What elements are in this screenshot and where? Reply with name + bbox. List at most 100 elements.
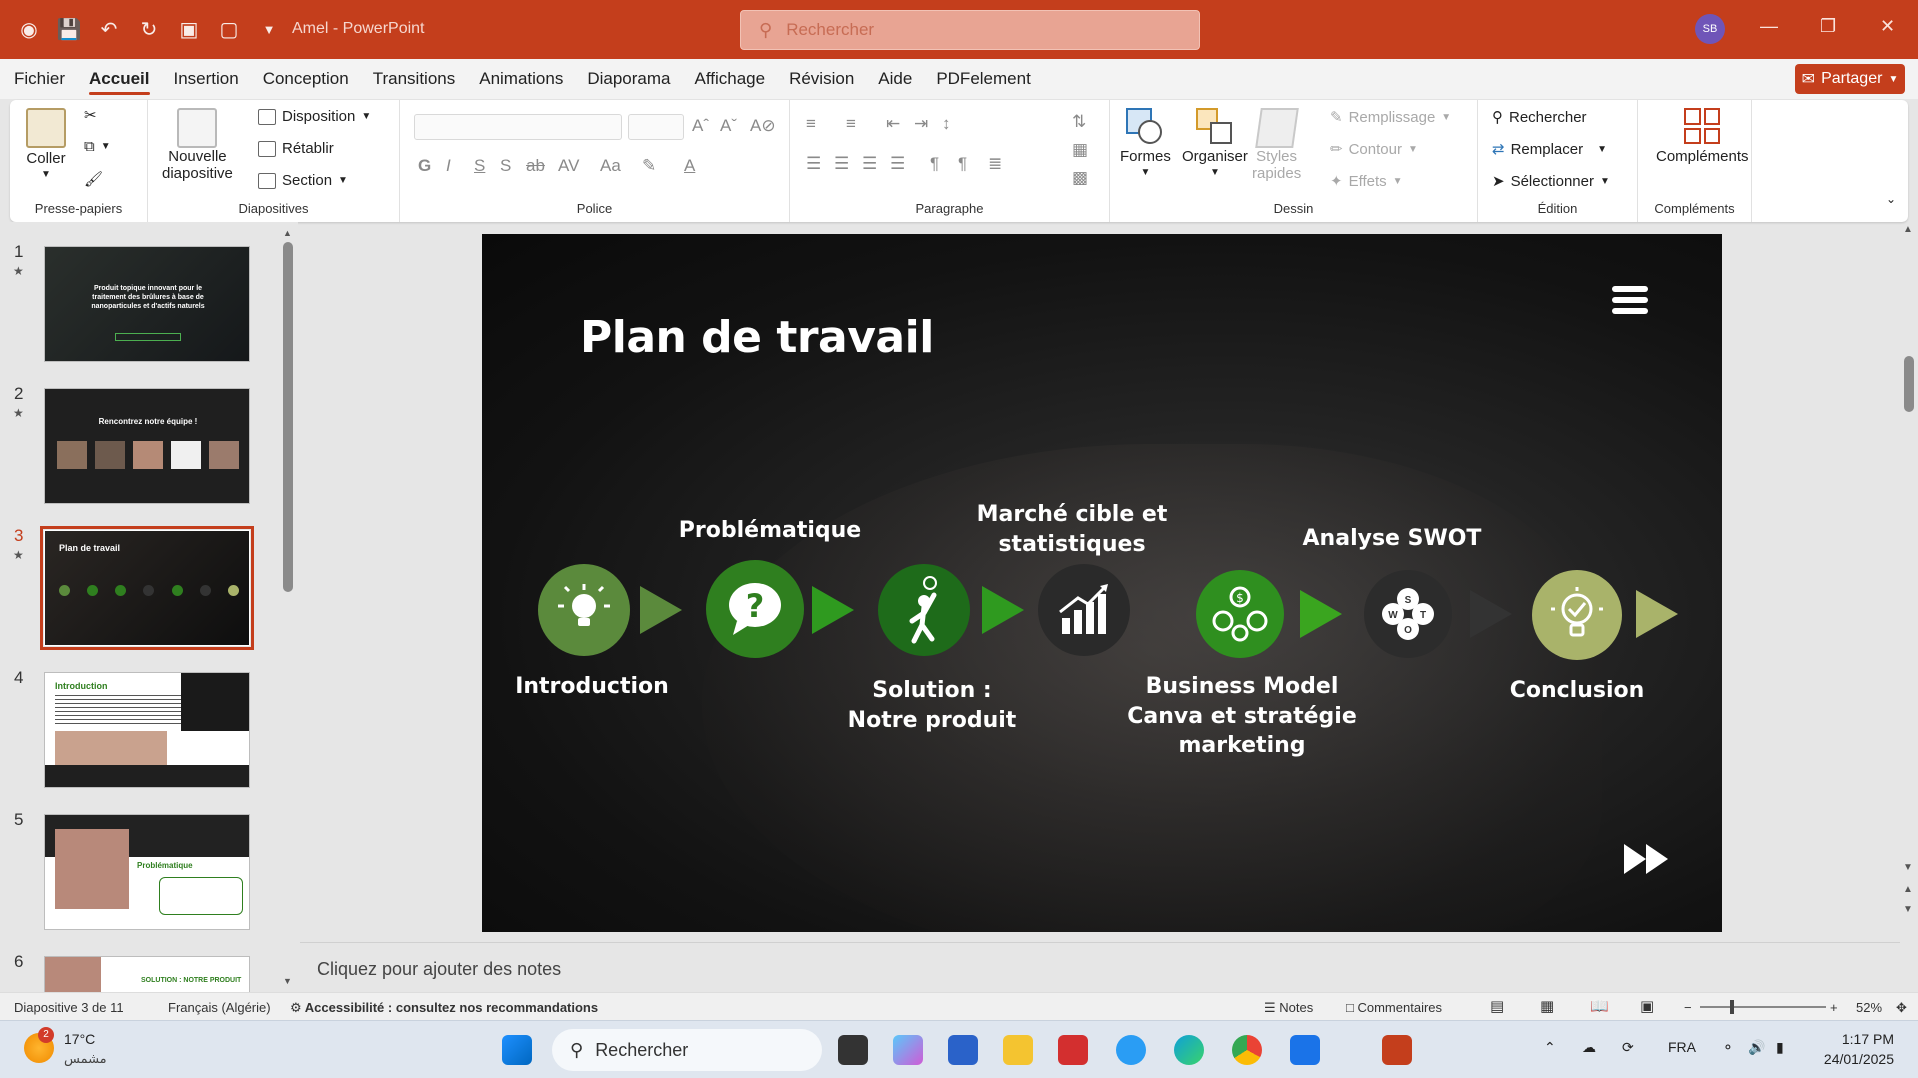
tab-revision[interactable]: Révision [777,59,866,99]
clock-time[interactable]: 1:17 PM [1822,1031,1894,1047]
tab-insertion[interactable]: Insertion [162,59,251,99]
scroll-down-icon[interactable]: ▼ [283,976,292,986]
slide-sorter-icon[interactable]: ▦ [1540,997,1554,1015]
copilot-icon[interactable] [893,1035,923,1065]
slide-thumbnail-selected[interactable]: Plan de travail [40,526,254,650]
slide-thumbnail[interactable]: Rencontrez notre équipe ! [44,388,250,504]
tab-conception[interactable]: Conception [251,59,361,99]
step-label-swot[interactable]: Analyse SWOT [1282,524,1502,554]
battery-icon[interactable]: ▮ [1776,1039,1784,1056]
numbering-icon[interactable]: ≡ [846,114,856,134]
tab-fichier[interactable]: Fichier [2,59,77,99]
align-text-icon[interactable]: ▦ [1072,140,1088,160]
customize-toolbar-icon[interactable]: ▼ [256,16,282,42]
align-center-icon[interactable]: ☰ [834,154,849,174]
fill-button[interactable]: ✎ Remplissage ▼ [1330,108,1451,127]
powerpoint-icon[interactable] [1382,1035,1412,1065]
text-direction-icon[interactable]: ⇅ [1072,112,1086,132]
chrome-icon[interactable] [1232,1035,1262,1065]
language-status[interactable]: Français (Algérie) [168,1000,271,1015]
smartart-icon[interactable]: ▩ [1072,168,1088,188]
zoom-out-icon[interactable]: − [1684,1000,1692,1015]
strikethrough-icon[interactable]: ab [526,156,545,176]
step-label-conclusion[interactable]: Conclusion [1482,676,1672,706]
increase-indent-icon[interactable]: ⇥ [914,114,928,134]
zoom-level[interactable]: 52% [1856,1000,1882,1015]
quick-styles-button[interactable]: Styles rapides [1252,108,1301,182]
format-painter-icon[interactable]: 🖌 [84,170,103,188]
mcafee-icon[interactable] [1058,1035,1088,1065]
comments-button[interactable]: □ Commentaires [1346,1000,1442,1015]
tab-animations[interactable]: Animations [467,59,575,99]
collapse-ribbon-icon[interactable]: ⌄ [1886,192,1896,206]
avatar[interactable]: SB [1695,14,1725,44]
slide-thumbnail[interactable]: Produit topique innovant pour le traitem… [44,246,250,362]
minimize-icon[interactable]: — [1760,16,1778,37]
font-color-icon[interactable]: A [684,156,695,176]
slide-icon[interactable]: ▢ [216,16,242,42]
new-slide-button[interactable]: Nouvelle diapositive [162,108,233,182]
slide-thumbnail[interactable]: Introduction [44,672,250,788]
arrange-button[interactable]: Organiser ▼ [1182,108,1248,178]
tab-accueil[interactable]: Accueil [77,59,161,99]
file-explorer-icon[interactable] [1003,1035,1033,1065]
zoom-slider[interactable] [1700,1000,1826,1014]
bold-icon[interactable]: G [418,156,431,176]
paste-button[interactable]: Coller ▼ [26,108,66,180]
edge-icon[interactable] [1174,1035,1204,1065]
app-icon[interactable] [1116,1035,1146,1065]
tab-aide[interactable]: Aide [866,59,924,99]
font-size-box[interactable] [628,114,684,140]
outline-button[interactable]: ✏ Contour ▼ [1330,140,1418,159]
wifi-icon[interactable]: ⚬ [1722,1039,1734,1056]
normal-view-icon[interactable]: ▤ [1490,997,1504,1015]
language-indicator[interactable]: FRA [1668,1039,1696,1055]
underline-icon[interactable]: S [474,156,485,176]
font-name-box[interactable] [414,114,622,140]
select-button[interactable]: ➤ Sélectionner ▼ [1492,172,1610,191]
undo-icon[interactable]: ↶ [96,16,122,42]
save-icon[interactable]: 💾 [56,16,82,42]
justify-icon[interactable]: ☰ [890,154,905,174]
thumbnail-scrollbar[interactable]: ▲ ▼ [282,228,294,988]
decrease-font-icon[interactable]: Aˇ [720,116,737,136]
align-left-icon[interactable]: ☰ [806,154,821,174]
share-button[interactable]: ✉ Partager ▼ [1795,64,1905,94]
slide-thumbnail[interactable]: SOLUTION : NOTRE PRODUIT [44,956,250,992]
scroll-up-icon[interactable]: ▲ [1903,224,1913,235]
shapes-button[interactable]: Formes ▼ [1120,108,1171,178]
step-label-business[interactable]: Business Model Canva et stratégie market… [1122,672,1362,761]
close-icon[interactable]: ✕ [1880,16,1895,37]
tab-pdfelement[interactable]: PDFelement [924,59,1042,99]
reset-button[interactable]: Rétablir [258,140,334,157]
sync-icon[interactable]: ⟳ [1622,1039,1634,1056]
step-label-solution[interactable]: Solution : Notre produit [822,676,1042,735]
scroll-down-icon[interactable]: ▼ [1903,862,1913,873]
step-label-problematique[interactable]: Problématique [660,516,880,546]
next-slide-icon[interactable]: ▼ [1903,904,1913,915]
step-label-marche[interactable]: Marché cible et statistiques [952,500,1192,559]
increase-font-icon[interactable]: Aˆ [692,116,709,136]
tab-transitions[interactable]: Transitions [361,59,468,99]
slide-scrollbar[interactable]: ▲ ▼ ▲ ▼ [1900,222,1918,992]
previous-slide-icon[interactable]: ▲ [1903,884,1913,895]
slide-thumbnail[interactable]: Problématique [44,814,250,930]
change-case-icon[interactable]: Aa [600,156,621,176]
highlight-icon[interactable]: ✎ [642,156,656,176]
step-label-introduction[interactable]: Introduction [492,672,692,702]
scroll-up-icon[interactable]: ▲ [283,228,292,238]
scrollbar-thumb[interactable] [283,242,293,592]
search-box[interactable]: ⚲ Rechercher [740,10,1200,50]
clock-date[interactable]: 24/01/2025 [1812,1051,1894,1067]
clear-format-icon[interactable]: A⊘ [750,116,776,136]
task-view-icon[interactable] [838,1035,868,1065]
layout-button[interactable]: Disposition ▼ [258,108,371,125]
tab-affichage[interactable]: Affichage [683,59,778,99]
addins-button[interactable]: Compléments [1656,108,1749,165]
effects-button[interactable]: ✦ Effets ▼ [1330,172,1403,191]
fit-slide-icon[interactable]: ✥ [1896,1000,1907,1016]
replace-button[interactable]: ⇄ Remplacer ▼ [1492,140,1607,159]
redo-icon[interactable]: ↻ [136,16,162,42]
align-right-icon[interactable]: ☰ [862,154,877,174]
section-button[interactable]: Section ▼ [258,172,348,189]
